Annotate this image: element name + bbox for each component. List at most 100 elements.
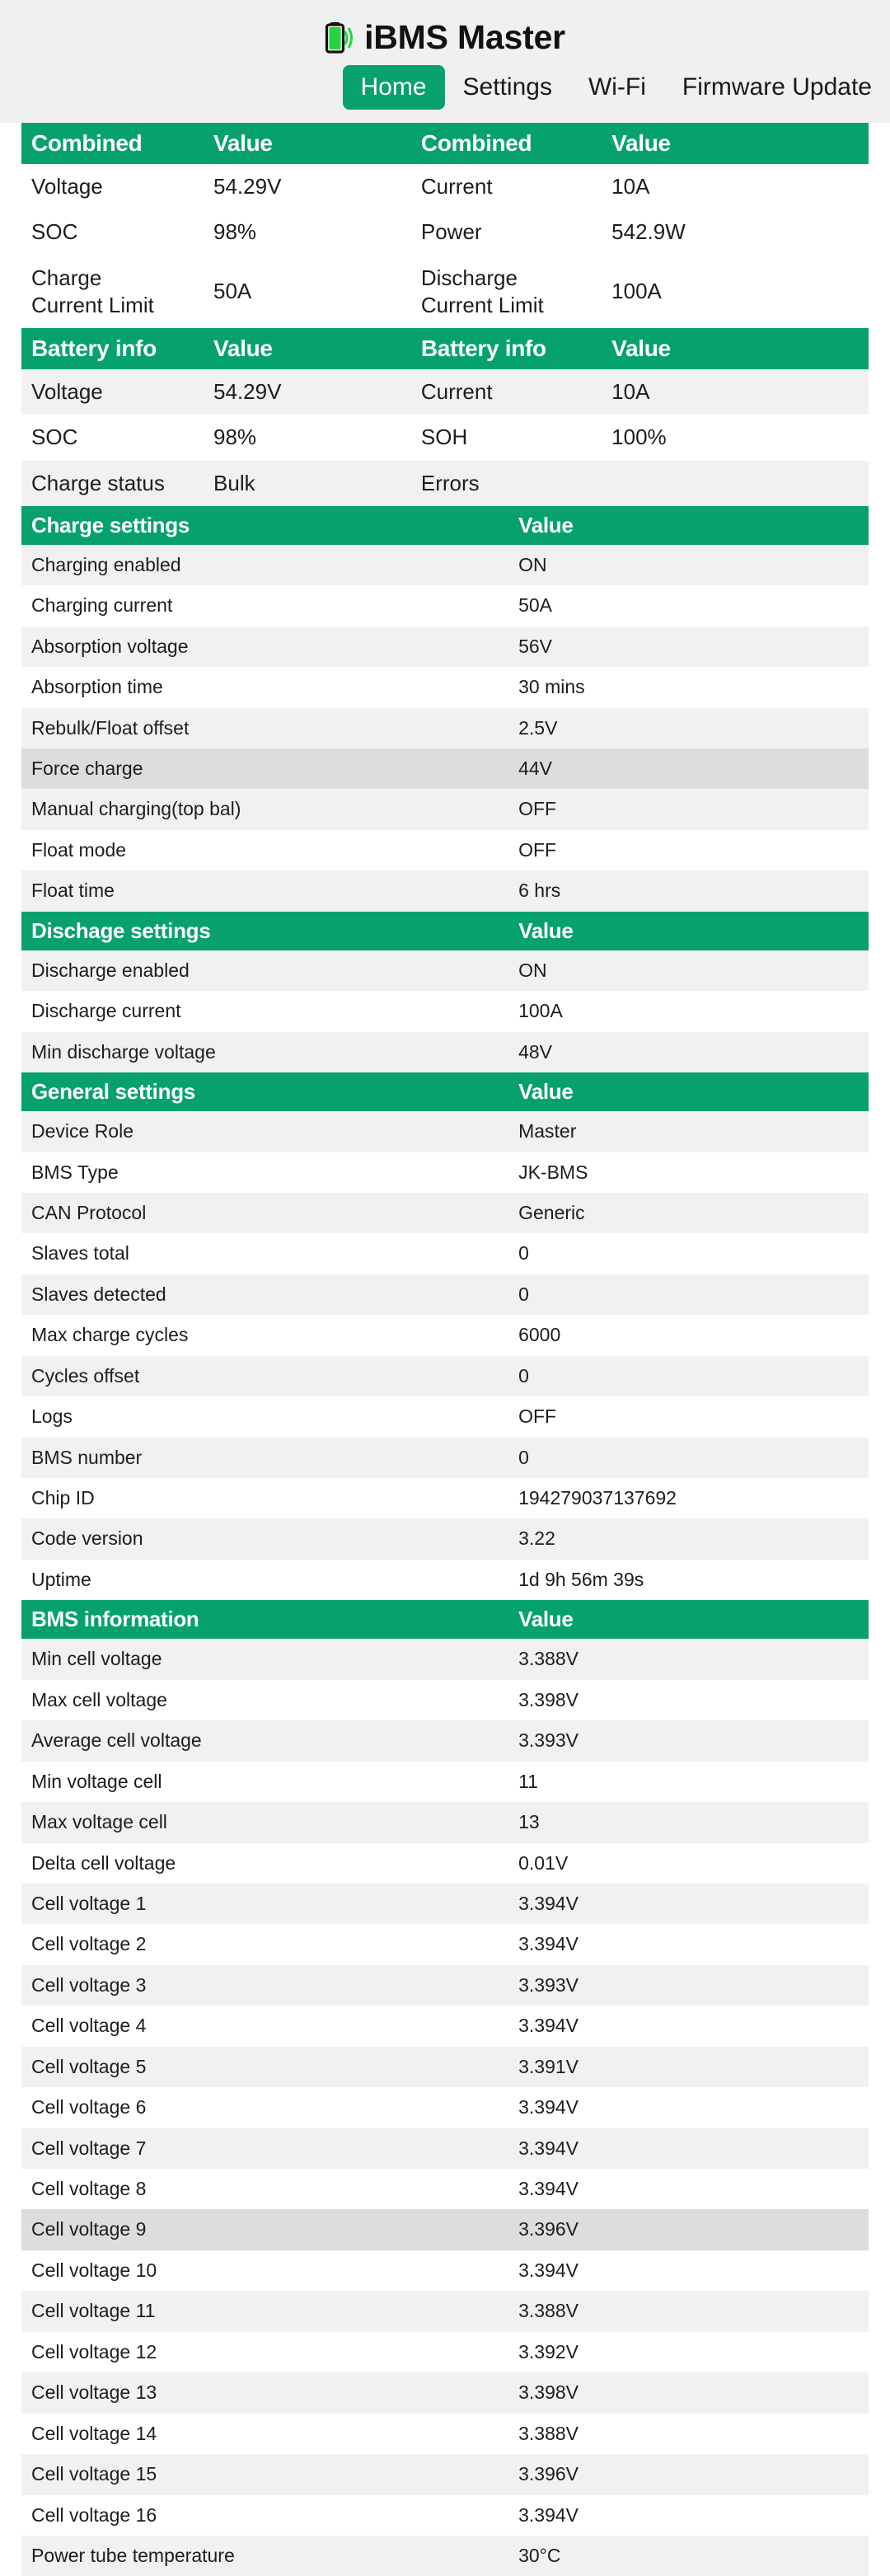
cell-label: Charging current bbox=[21, 585, 509, 626]
nav-item-wifi[interactable]: Wi-Fi bbox=[570, 65, 664, 110]
page-title: iBMS Master bbox=[364, 18, 565, 56]
table-row: SOC 98% Power 542.9W bbox=[21, 209, 869, 256]
table-row: Cell voltage 1 3.394V bbox=[21, 1883, 869, 1925]
cell-label: SOC bbox=[21, 209, 204, 256]
cell-label: Device Role bbox=[21, 1111, 509, 1152]
cell-label: Logs bbox=[21, 1396, 509, 1438]
table-row: Absorption time 30 mins bbox=[21, 667, 869, 708]
general-settings-body: Device Role Master BMS Type JK-BMS CAN Proto… bbox=[21, 1111, 869, 1601]
table-row: Cell voltage 3 3.393V bbox=[21, 1964, 869, 2006]
col-header-combined-2: Combined bbox=[410, 123, 602, 164]
cell-label: Current bbox=[410, 369, 602, 415]
cell-value: JK-BMS bbox=[508, 1152, 869, 1193]
cell-label: Discharge current bbox=[21, 991, 509, 1032]
cell-value: ON bbox=[508, 544, 869, 586]
table-row: Cell voltage 11 3.388V bbox=[21, 2291, 869, 2332]
col-header-battery-info-1: Battery info bbox=[21, 328, 204, 370]
cell-value: 3.396V bbox=[508, 2209, 869, 2250]
table-row: Cell voltage 2 3.394V bbox=[21, 1924, 869, 1965]
cell-value: 100% bbox=[602, 415, 869, 461]
table-general-settings: General settings Value Device Role Master… bbox=[21, 1072, 869, 1601]
cell-value: 98% bbox=[204, 209, 411, 256]
cell-value: 3.388V bbox=[508, 2413, 869, 2455]
cell-value: 3.22 bbox=[508, 1518, 869, 1560]
cell-value bbox=[602, 460, 869, 506]
cell-value: 48V bbox=[508, 1031, 869, 1073]
table-row: Charge Current Limit 50A Discharge Current… bbox=[21, 255, 869, 329]
table-header-row: Combined Value Combined Value bbox=[21, 123, 869, 164]
cell-label: Discharge enabled bbox=[21, 950, 509, 992]
col-header-battery-info-2: Battery info bbox=[410, 328, 602, 370]
cell-value: Bulk bbox=[204, 460, 411, 506]
cell-label: Absorption time bbox=[21, 667, 509, 708]
table-row: Delta cell voltage 0.01V bbox=[21, 1842, 869, 1884]
cell-value: 30°C bbox=[508, 2535, 869, 2576]
col-header-value-1: Value bbox=[204, 328, 411, 370]
cell-value: OFF bbox=[508, 1396, 869, 1438]
cell-value: Generic bbox=[508, 1192, 869, 1234]
cell-value: 3.394V bbox=[508, 2087, 869, 2128]
cell-value: 56V bbox=[508, 626, 869, 668]
cell-label: Slaves total bbox=[21, 1233, 509, 1274]
cell-label: Cell voltage 16 bbox=[21, 2494, 509, 2536]
cell-label: Charge status bbox=[21, 460, 204, 506]
cell-label: Power bbox=[410, 209, 602, 256]
cell-value: 1d 9h 56m 39s bbox=[508, 1559, 869, 1601]
nav-item-firmware-update[interactable]: Firmware Update bbox=[664, 65, 890, 110]
cell-label: SOC bbox=[21, 415, 204, 461]
cell-label: Cell voltage 12 bbox=[21, 2331, 509, 2373]
cell-value: 3.394V bbox=[508, 2006, 869, 2047]
cell-value: 30 mins bbox=[508, 667, 869, 708]
col-header-value: Value bbox=[508, 911, 869, 950]
cell-label: Discharge Current Limit bbox=[410, 255, 602, 329]
cell-label: Voltage bbox=[21, 369, 204, 415]
cell-label: Absorption voltage bbox=[21, 626, 509, 668]
cell-value: 3.394V bbox=[508, 2169, 869, 2210]
cell-label: Charge Current Limit bbox=[21, 255, 204, 329]
cell-value: 0 bbox=[508, 1355, 869, 1397]
table-row: BMS number 0 bbox=[21, 1437, 869, 1479]
cell-value: 6000 bbox=[508, 1315, 869, 1356]
cell-value: 50A bbox=[508, 585, 869, 626]
table-row: Cycles offset 0 bbox=[21, 1355, 869, 1397]
cell-label: Cell voltage 4 bbox=[21, 2006, 509, 2047]
cell-label: Cell voltage 2 bbox=[21, 1924, 509, 1965]
cell-label: Cell voltage 15 bbox=[21, 2454, 509, 2495]
cell-label: Cell voltage 5 bbox=[21, 2046, 509, 2088]
cell-label: Average cell voltage bbox=[21, 1720, 509, 1762]
cell-label: Charging enabled bbox=[21, 544, 509, 586]
table-row: Cell voltage 5 3.391V bbox=[21, 2046, 869, 2088]
discharge-settings-body: Discharge enabled ON Discharge current 100A… bbox=[21, 950, 869, 1073]
cell-value: 100A bbox=[602, 255, 869, 329]
cell-value: 3.394V bbox=[508, 2250, 869, 2292]
cell-label: Max voltage cell bbox=[21, 1802, 509, 1843]
cell-label: BMS number bbox=[21, 1437, 509, 1479]
table-header-row: Battery info Value Battery info Value bbox=[21, 328, 869, 370]
cell-label: Manual charging(top bal) bbox=[21, 789, 509, 830]
table-combined: Combined Value Combined Value Voltage 54… bbox=[21, 123, 869, 329]
cell-label: Cell voltage 1 bbox=[21, 1883, 509, 1925]
table-row: CAN Protocol Generic bbox=[21, 1192, 869, 1234]
cell-label: Cell voltage 11 bbox=[21, 2291, 509, 2332]
cell-label: Chip ID bbox=[21, 1478, 509, 1519]
cell-value: OFF bbox=[508, 829, 869, 871]
nav-item-home[interactable]: Home bbox=[342, 65, 445, 110]
table-row: Code version 3.22 bbox=[21, 1518, 869, 1560]
cell-label: Cell voltage 9 bbox=[21, 2209, 509, 2250]
cell-label: Cell voltage 13 bbox=[21, 2372, 509, 2414]
nav-item-settings[interactable]: Settings bbox=[445, 65, 570, 110]
cell-label: CAN Protocol bbox=[21, 1192, 509, 1234]
cell-value: 10A bbox=[602, 369, 869, 415]
main-content: Combined Value Combined Value Voltage 54… bbox=[0, 123, 890, 2576]
cell-label: Min discharge voltage bbox=[21, 1031, 509, 1073]
cell-value: 0.01V bbox=[508, 1842, 869, 1884]
table-row: Max charge cycles 6000 bbox=[21, 1315, 869, 1356]
cell-label: Cell voltage 10 bbox=[21, 2250, 509, 2292]
col-header-value: Value bbox=[508, 1072, 869, 1112]
cell-value: 3.396V bbox=[508, 2454, 869, 2495]
cell-value: OFF bbox=[508, 789, 869, 830]
table-row: Cell voltage 7 3.394V bbox=[21, 2128, 869, 2170]
table-row: Charge status Bulk Errors bbox=[21, 460, 869, 506]
col-header-value: Value bbox=[508, 1600, 869, 1640]
table-row: Voltage 54.29V Current 10A bbox=[21, 369, 869, 415]
